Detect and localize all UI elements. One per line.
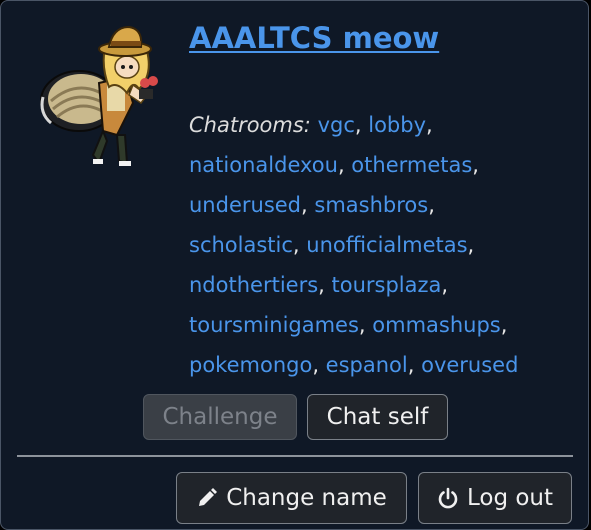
chatrooms-label: Chatrooms:	[189, 113, 311, 137]
user-profile-popup: AAALTCS meow Chatrooms: vgc, lobby, nati…	[0, 0, 589, 530]
log-out-button[interactable]: Log out	[418, 472, 572, 524]
chatroom-link[interactable]: overused	[421, 353, 518, 377]
chatroom-link[interactable]: toursminigames	[189, 313, 359, 337]
challenge-button[interactable]: Challenge	[143, 394, 297, 440]
chatrooms-list: Chatrooms: vgc, lobby, nationaldexou, ot…	[189, 113, 519, 377]
divider	[17, 455, 573, 457]
chatroom-link[interactable]: espanol	[326, 353, 408, 377]
chatroom-link[interactable]: pokemongo	[189, 353, 312, 377]
change-name-button[interactable]: Change name	[176, 472, 407, 524]
log-out-button-label: Log out	[466, 485, 554, 511]
chatroom-link[interactable]: scholastic	[189, 233, 293, 257]
chatroom-link[interactable]: toursplaza	[332, 273, 442, 297]
user-avatar	[40, 25, 158, 166]
chatroom-link[interactable]: nationaldexou	[189, 153, 338, 177]
chatroom-link[interactable]: othermetas	[351, 153, 472, 177]
power-icon	[437, 487, 459, 509]
pencil-icon	[196, 487, 218, 509]
username-link[interactable]: AAALTCS meow	[189, 21, 439, 55]
chatroom-link[interactable]: vgc	[318, 113, 355, 137]
chatroom-link[interactable]: ndothertiers	[189, 273, 318, 297]
chat-self-button-label: Chat self	[326, 404, 429, 430]
chatroom-link[interactable]: ommashups	[372, 313, 500, 337]
chatroom-link[interactable]: smashbros	[314, 193, 428, 217]
chatroom-link[interactable]: underused	[189, 193, 301, 217]
chat-self-button[interactable]: Chat self	[307, 394, 448, 440]
chatroom-link[interactable]: lobby	[368, 113, 426, 137]
challenge-button-label: Challenge	[162, 404, 278, 430]
change-name-button-label: Change name	[226, 485, 387, 511]
chatroom-link[interactable]: unofficialmetas	[306, 233, 467, 257]
